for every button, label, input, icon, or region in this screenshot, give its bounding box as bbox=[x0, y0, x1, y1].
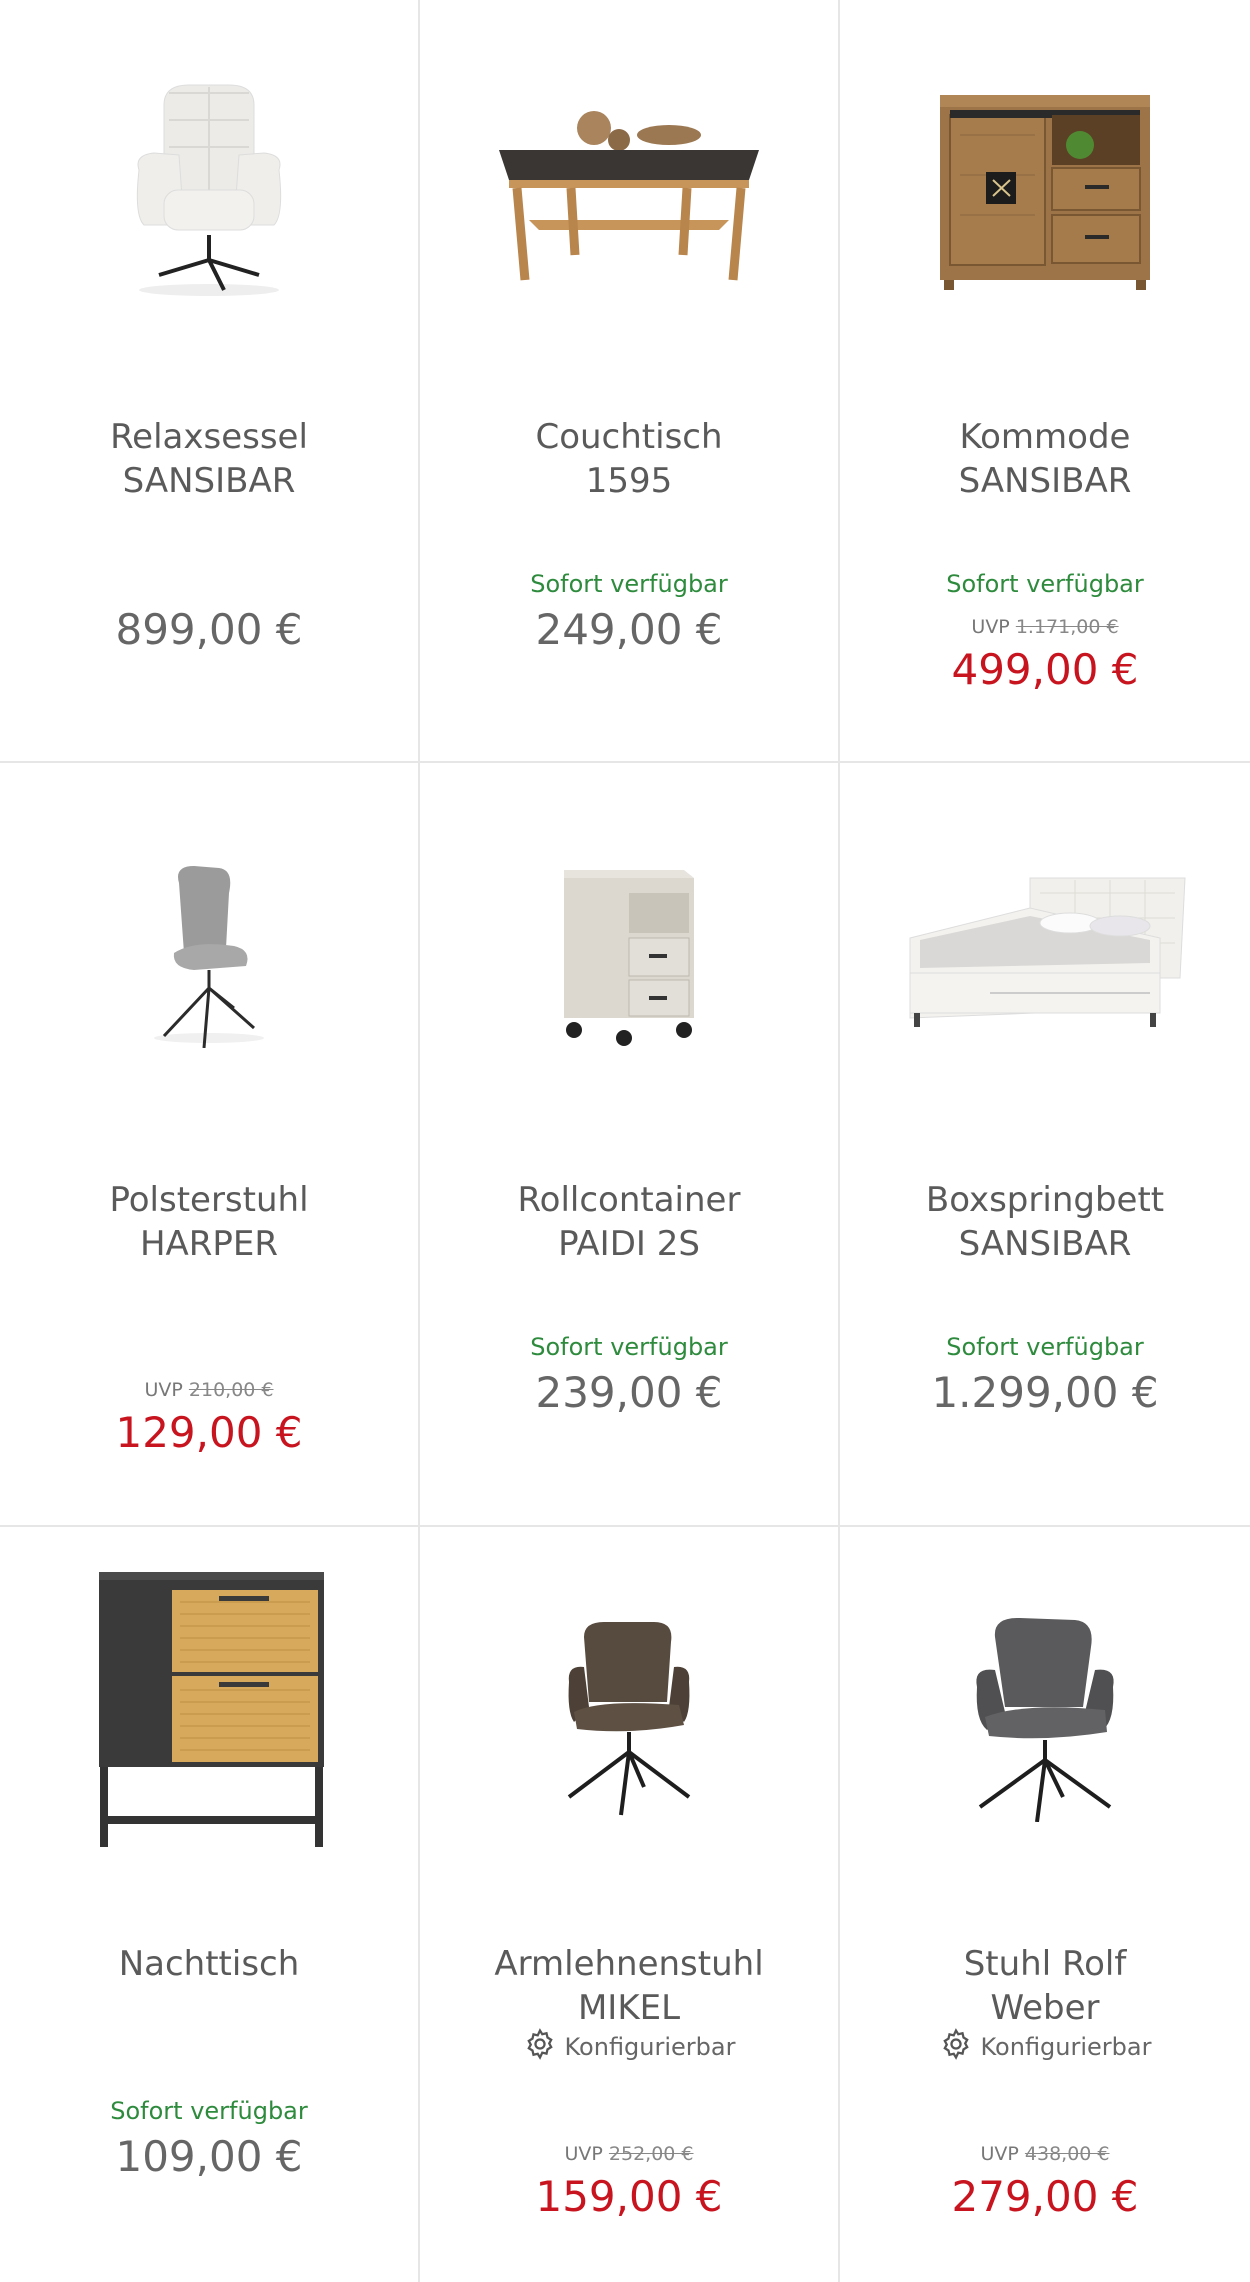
availability-label: Sofort verfügbar bbox=[110, 2097, 308, 2125]
sale-price: 129,00 € bbox=[115, 1408, 303, 1457]
availability-label: Sofort verfügbar bbox=[530, 1333, 728, 1361]
nightstand-image[interactable] bbox=[0, 1557, 418, 1857]
configurable-label: Konfigurierbar bbox=[564, 2033, 736, 2061]
uvp-value: 252,00 € bbox=[608, 2143, 694, 2165]
product-card-kommode[interactable]: Kommode SANSIBAR Sofort verfügbar UVP 1.… bbox=[840, 0, 1250, 761]
gear-icon bbox=[939, 2027, 973, 2067]
upholstered-chair-image[interactable] bbox=[0, 803, 418, 1103]
recliner-chair-image[interactable] bbox=[0, 40, 418, 340]
uvp-price: UVP 210,00 € bbox=[144, 1379, 274, 1401]
sale-price: 279,00 € bbox=[951, 2172, 1139, 2221]
product-name[interactable]: Boxspringbett SANSIBAR bbox=[850, 1178, 1240, 1266]
product-name[interactable]: Kommode SANSIBAR bbox=[850, 415, 1240, 503]
product-name[interactable]: Polsterstuhl HARPER bbox=[10, 1178, 408, 1266]
product-price: 899,00 € bbox=[115, 605, 303, 654]
product-card-relaxsessel[interactable]: Relaxsessel SANSIBAR 899,00 € bbox=[0, 0, 418, 761]
product-name[interactable]: Armlehnenstuhl MIKEL bbox=[430, 1942, 828, 2030]
product-card-nachttisch[interactable]: Nachttisch Sofort verfügbar 109,00 € bbox=[0, 1527, 418, 2282]
product-card-armlehnenstuhl[interactable]: Armlehnenstuhl MIKEL Konfigurierbar UVP … bbox=[420, 1527, 838, 2282]
availability-label: Sofort verfügbar bbox=[946, 1333, 1144, 1361]
product-card-boxspringbett[interactable]: Boxspringbett SANSIBAR Sofort verfügbar … bbox=[840, 763, 1250, 1525]
product-name[interactable]: Rollcontainer PAIDI 2S bbox=[430, 1178, 828, 1266]
product-price: 1.299,00 € bbox=[931, 1368, 1159, 1417]
uvp-value: 1.171,00 € bbox=[1015, 616, 1119, 638]
uvp-price: UVP 1.171,00 € bbox=[971, 616, 1119, 638]
product-name[interactable]: Relaxsessel SANSIBAR bbox=[10, 415, 408, 503]
armchair-grey-image[interactable] bbox=[840, 1567, 1250, 1867]
uvp-price: UVP 438,00 € bbox=[980, 2143, 1110, 2165]
uvp-value: 210,00 € bbox=[188, 1379, 274, 1401]
product-price: 249,00 € bbox=[535, 605, 723, 654]
rolling-cabinet-image[interactable] bbox=[420, 803, 838, 1103]
configurable-badge[interactable]: Konfigurierbar bbox=[840, 2027, 1250, 2067]
configurable-label: Konfigurierbar bbox=[980, 2033, 1152, 2061]
boxspring-bed-image[interactable] bbox=[840, 803, 1250, 1103]
product-name[interactable]: Couchtisch 1595 bbox=[430, 415, 828, 503]
product-price: 109,00 € bbox=[115, 2132, 303, 2181]
product-card-couchtisch[interactable]: Couchtisch 1595 Sofort verfügbar 249,00 … bbox=[420, 0, 838, 761]
sideboard-image[interactable] bbox=[840, 40, 1250, 340]
sale-price: 499,00 € bbox=[951, 645, 1139, 694]
armchair-brown-image[interactable] bbox=[420, 1567, 838, 1867]
configurable-badge[interactable]: Konfigurierbar bbox=[420, 2027, 838, 2067]
product-card-stuhl-rolf-weber[interactable]: Stuhl Rolf Weber Konfigurierbar UVP 438,… bbox=[840, 1527, 1250, 2282]
product-grid: Relaxsessel SANSIBAR 899,00 € Couchtisch… bbox=[0, 0, 1250, 2282]
product-name[interactable]: Nachttisch bbox=[10, 1942, 408, 1986]
product-price: 239,00 € bbox=[535, 1368, 723, 1417]
uvp-value: 438,00 € bbox=[1024, 2143, 1110, 2165]
uvp-price: UVP 252,00 € bbox=[564, 2143, 694, 2165]
availability-label: Sofort verfügbar bbox=[946, 570, 1144, 598]
sale-price: 159,00 € bbox=[535, 2172, 723, 2221]
product-name[interactable]: Stuhl Rolf Weber bbox=[850, 1942, 1240, 2030]
product-card-rollcontainer[interactable]: Rollcontainer PAIDI 2S Sofort verfügbar … bbox=[420, 763, 838, 1525]
product-card-polsterstuhl[interactable]: Polsterstuhl HARPER UVP 210,00 € 129,00 … bbox=[0, 763, 418, 1525]
availability-label: Sofort verfügbar bbox=[530, 570, 728, 598]
coffee-table-image[interactable] bbox=[420, 40, 838, 340]
gear-icon bbox=[523, 2027, 557, 2067]
